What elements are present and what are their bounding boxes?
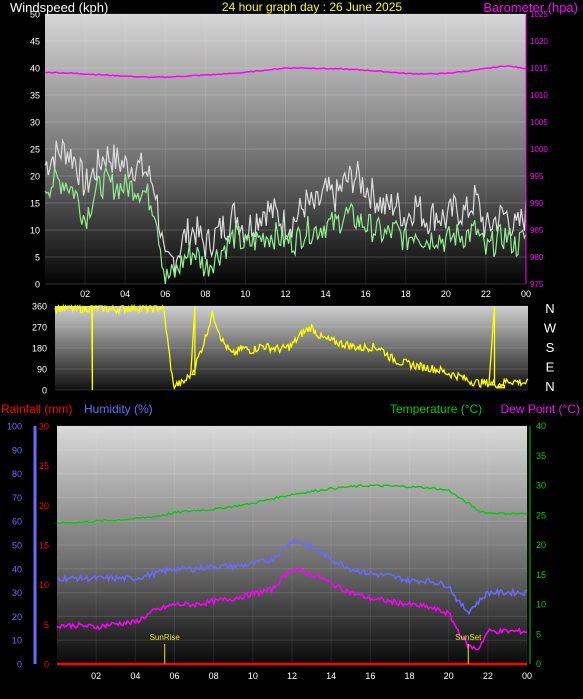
- wind-x-tick-label: 14: [321, 289, 331, 299]
- temperature-y-tick-label: 35: [536, 451, 546, 461]
- wind-y-tick-label: 45: [30, 37, 40, 47]
- sunrise-label: SunRise: [150, 633, 181, 642]
- humidity-y-tick-label: 70: [12, 493, 22, 503]
- wind-y-tick-label: 40: [30, 64, 40, 74]
- wind-x-tick-label: 18: [401, 289, 411, 299]
- direction-y-tick-label: 270: [32, 323, 47, 333]
- wind-y-tick-label: 15: [30, 199, 40, 209]
- baro-y-tick-label: 1025: [530, 10, 548, 19]
- temp-x-tick-label: 10: [248, 671, 258, 681]
- baro-y-tick-label: 1000: [530, 145, 548, 154]
- wind-y-tick-label: 0: [35, 280, 40, 290]
- humidity-y-tick-label: 80: [12, 469, 22, 479]
- rain-y-tick-label: 5: [44, 620, 49, 630]
- temp-x-tick-label: 22: [483, 671, 493, 681]
- wind-y-tick-label: 10: [30, 226, 40, 236]
- weather-graph-page: Windspeed (kph) 24 hour graph day : 26 J…: [0, 0, 583, 694]
- humidity-y-tick-label: 20: [12, 612, 22, 622]
- baro-y-tick-label: 1020: [530, 37, 548, 46]
- direction-y-tick-label: 180: [32, 344, 47, 354]
- humidity-y-tick-label: 100: [7, 422, 22, 432]
- temp-x-tick-label: 06: [169, 671, 179, 681]
- temperature-y-tick-label: 20: [536, 540, 546, 550]
- compass-label: N: [545, 301, 554, 316]
- direction-y-tick-label: 360: [32, 302, 47, 312]
- temp-x-tick-label: 12: [287, 671, 297, 681]
- dewpoint-axis-title: Dew Point (°C): [501, 402, 580, 416]
- sunset-label: SunSet: [455, 633, 482, 642]
- temperature-y-tick-label: 25: [536, 510, 546, 520]
- rain-y-tick-label: 30: [39, 422, 49, 432]
- wind-y-tick-label: 50: [30, 10, 40, 20]
- baro-y-tick-label: 985: [530, 226, 544, 235]
- wind-x-tick-label: 08: [200, 289, 210, 299]
- wind-x-tick-label: 22: [481, 289, 491, 299]
- rain-y-tick-label: 20: [39, 501, 49, 511]
- direction-y-tick-label: 90: [37, 365, 47, 375]
- rain-y-tick-label: 10: [39, 580, 49, 590]
- chart-title: 24 hour graph day : 26 June 2025: [222, 0, 402, 14]
- baro-y-tick-label: 1010: [530, 91, 548, 100]
- rain-y-tick-label: 0: [44, 660, 49, 670]
- temp-x-tick-label: 14: [326, 671, 336, 681]
- temperature-axis-title: Temperature (°C): [390, 402, 482, 416]
- wind-x-tick-label: 02: [80, 289, 90, 299]
- wind-x-tick-label: 16: [361, 289, 371, 299]
- wind-y-tick-label: 20: [30, 172, 40, 182]
- wind-x-tick-label: 20: [441, 289, 451, 299]
- wind-y-tick-label: 25: [30, 145, 40, 155]
- humidity-axis-title: Humidity (%): [84, 402, 153, 416]
- wind-x-tick-label: 00: [521, 289, 531, 299]
- humidity-y-tick-label: 0: [17, 660, 22, 670]
- temp-x-tick-label: 04: [130, 671, 140, 681]
- wind-y-tick-label: 35: [30, 91, 40, 101]
- humidity-y-tick-label: 50: [12, 541, 22, 551]
- temperature-y-tick-label: 0: [536, 659, 541, 669]
- rain-y-tick-label: 15: [39, 541, 49, 551]
- temperature-y-tick-label: 15: [536, 570, 546, 580]
- baro-y-tick-label: 995: [530, 172, 544, 181]
- temperature-y-tick-label: 10: [536, 600, 546, 610]
- wind-x-tick-label: 04: [120, 289, 130, 299]
- wind-x-tick-label: 06: [160, 289, 170, 299]
- humidity-y-tick-label: 90: [12, 445, 22, 455]
- baro-y-tick-label: 975: [530, 280, 544, 289]
- temp-x-tick-label: 00: [522, 671, 532, 681]
- temp-x-tick-label: 20: [444, 671, 454, 681]
- baro-y-tick-label: 990: [530, 199, 544, 208]
- compass-label: E: [546, 360, 555, 375]
- wind-y-tick-label: 5: [35, 253, 40, 263]
- rain-axis-title: Rainfall (mm): [1, 402, 72, 416]
- wind-y-tick-label: 30: [30, 118, 40, 128]
- temperature-y-tick-label: 40: [536, 421, 546, 431]
- compass-label: N: [545, 379, 554, 394]
- baro-y-tick-label: 1005: [530, 118, 548, 127]
- humidity-y-tick-label: 40: [12, 564, 22, 574]
- temperature-y-tick-label: 5: [536, 629, 541, 639]
- wind-x-tick-label: 12: [280, 289, 290, 299]
- baro-y-tick-label: 980: [530, 253, 544, 262]
- humidity-y-tick-label: 30: [12, 588, 22, 598]
- compass-label: W: [544, 321, 557, 336]
- direction-y-tick-label: 0: [42, 386, 47, 396]
- temp-x-tick-label: 18: [404, 671, 414, 681]
- weather-chart: Windspeed (kph) 24 hour graph day : 26 J…: [1, 0, 580, 681]
- temp-x-tick-label: 08: [209, 671, 219, 681]
- humidity-y-tick-label: 60: [12, 517, 22, 527]
- baro-y-tick-label: 1015: [530, 64, 548, 73]
- temperature-y-tick-label: 30: [536, 481, 546, 491]
- compass-label: S: [546, 340, 555, 355]
- wind-x-tick-label: 10: [240, 289, 250, 299]
- temp-x-tick-label: 16: [365, 671, 375, 681]
- wind-axis-title: Windspeed (kph): [10, 0, 108, 15]
- humidity-y-tick-label: 10: [12, 636, 22, 646]
- rain-y-tick-label: 25: [39, 461, 49, 471]
- temp-x-tick-label: 02: [91, 671, 101, 681]
